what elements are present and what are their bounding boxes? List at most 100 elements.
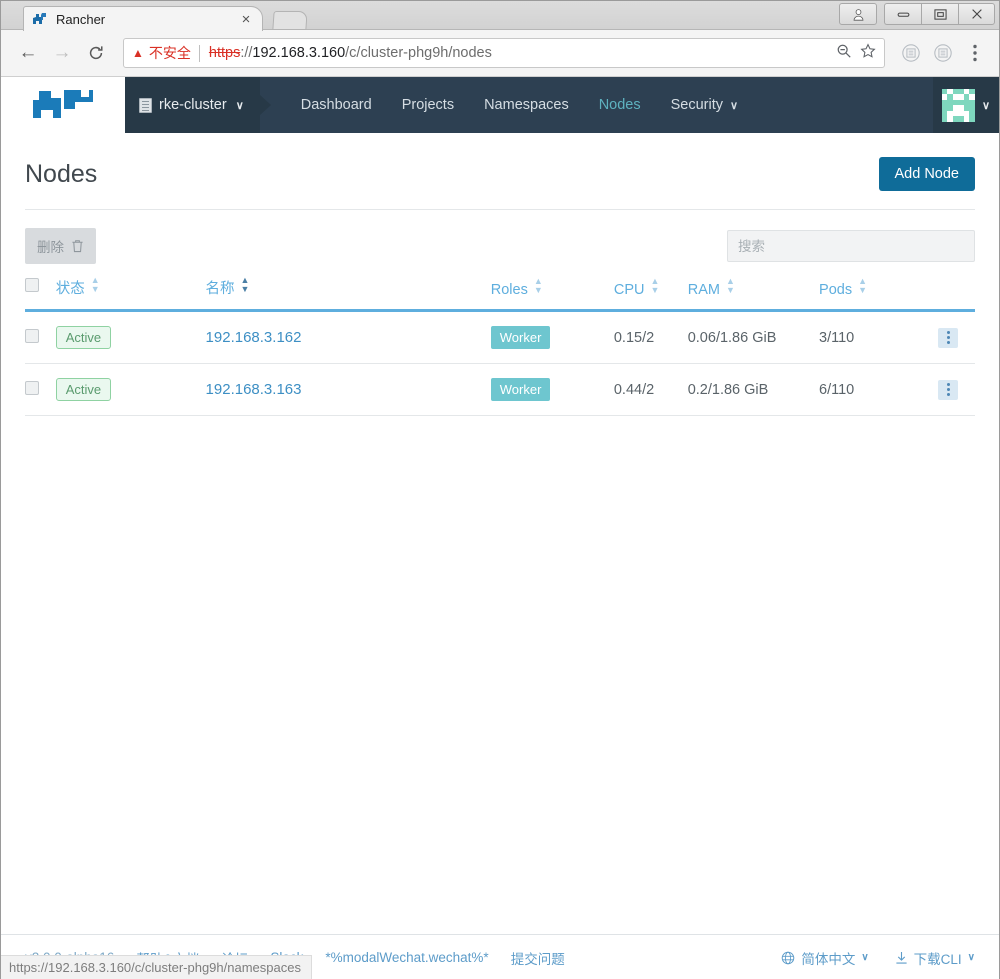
row-name-cell: 192.168.3.163 (205, 363, 491, 416)
maximize-button[interactable] (921, 3, 958, 25)
back-icon[interactable]: ← (13, 38, 43, 68)
chevron-down-icon: ∨ (967, 952, 975, 963)
node-link[interactable]: 192.168.3.162 (206, 329, 302, 346)
extension-icon-1[interactable] (899, 41, 923, 65)
col-header-name[interactable]: 名称 ▲ ▼ (205, 275, 491, 312)
status-badge: Active (55, 326, 112, 349)
top-navbar: rke-cluster ∨ Dashboard Projects Namespa… (1, 77, 999, 133)
rancher-cow-logo[interactable] (1, 77, 125, 133)
status-bar-url: https://192.168.3.160/c/cluster-phg9h/na… (1, 955, 312, 979)
col-header-name-label: 名称 (205, 281, 235, 297)
chevron-down-icon: ∨ (981, 99, 991, 112)
col-header-cpu[interactable]: CPU ▲ ▼ (613, 276, 688, 312)
row-checkbox-cell (25, 310, 56, 364)
select-all-checkbox[interactable] (25, 278, 39, 292)
status-badge: Active (55, 378, 112, 401)
col-header-ram[interactable]: RAM ▲ ▼ (687, 275, 820, 312)
browser-toolbar: ← → ▲ 不安全 https://192.168.3.160/c/cluste… (1, 30, 999, 77)
col-header-checkbox (25, 276, 56, 312)
zoom-out-icon[interactable] (836, 43, 852, 64)
row-roles-cell: Worker (490, 363, 614, 416)
row-pods-cell: 3/110 (819, 310, 939, 364)
sort-icon: ▲ ▼ (90, 275, 100, 294)
row-state-cell: Active (55, 310, 206, 364)
row-state-cell: Active (55, 363, 206, 416)
new-tab-button[interactable] (272, 11, 308, 30)
reload-icon[interactable] (81, 38, 111, 68)
sort-icon: ▲ ▼ (858, 275, 868, 295)
add-node-button[interactable]: Add Node (878, 157, 975, 191)
row-ram-cell: 0.2/1.86 GiB (687, 363, 820, 416)
row-checkbox[interactable] (25, 380, 39, 395)
security-label: 不安全 (148, 45, 191, 61)
node-link[interactable]: 192.168.3.163 (206, 381, 302, 398)
row-name-cell: 192.168.3.162 (205, 310, 491, 364)
col-header-state[interactable]: 状态 ▲ ▼ (55, 275, 206, 312)
url-scheme: https (208, 45, 241, 61)
nav-item-projects[interactable]: Projects (387, 77, 469, 133)
close-window-button[interactable] (958, 3, 995, 25)
col-header-state-label: 状态 (55, 281, 85, 297)
table-head: 状态 ▲▼ 名称 ▲▼ Roles ▲▼ CPU ▲▼ RAM ▲▼ (25, 275, 975, 312)
row-pods-cell: 6/110 (819, 363, 939, 416)
nav-item-security[interactable]: Security ∨ (656, 77, 753, 133)
page-content: Nodes Add Node 删除 搜索 状态 ▲ ▼ 名称 ▲ ▼ Roles… (1, 133, 999, 416)
browser-tab[interactable]: Rancher × (23, 6, 263, 31)
user-menu[interactable]: ∨ (933, 77, 999, 133)
vertical-dots-icon[interactable] (938, 327, 959, 348)
language-selector[interactable]: 简体中文 ∨ (781, 948, 869, 968)
minimize-button[interactable] (884, 3, 921, 25)
role-badge: Worker (490, 326, 551, 349)
window-controls (839, 3, 995, 25)
table-row[interactable]: Active 192.168.3.163 Worker 0.44/2 0.2/1… (25, 363, 975, 416)
cluster-selector[interactable]: rke-cluster ∨ (125, 77, 260, 133)
footer-actions: 简体中文 ∨ 下载CLI ∨ (781, 948, 975, 968)
footer-link-file-issue[interactable]: 提交问题 (511, 948, 565, 968)
kebab-menu-icon[interactable] (963, 41, 987, 65)
nodes-table: 状态 ▲▼ 名称 ▲▼ Roles ▲▼ CPU ▲▼ RAM ▲▼ (25, 276, 975, 416)
star-icon[interactable] (860, 42, 876, 64)
omnibox-divider (198, 44, 200, 62)
vertical-dots-icon[interactable] (938, 379, 959, 400)
nav-links: Dashboard Projects Namespaces Nodes Secu… (286, 77, 753, 133)
col-header-pods-label: Pods (819, 281, 853, 298)
download-cli-label: 下载CLI (913, 951, 962, 967)
sort-icon: ▲ ▼ (240, 275, 250, 294)
download-cli-selector[interactable]: 下载CLI ∨ (895, 948, 975, 968)
table-header-row: 状态 ▲▼ 名称 ▲▼ Roles ▲▼ CPU ▲▼ RAM ▲▼ (25, 275, 975, 312)
chevron-down-icon: ∨ (730, 99, 739, 112)
col-header-cpu-label: CPU (613, 281, 645, 298)
download-icon (896, 951, 907, 964)
delete-button-label: 删除 (37, 240, 64, 255)
row-actions-cell (938, 310, 975, 364)
search-input[interactable] (727, 230, 975, 262)
chevron-down-icon: ∨ (235, 99, 244, 112)
sort-icon: ▲ ▼ (725, 275, 735, 295)
row-cpu-cell: 0.44/2 (613, 363, 688, 416)
trash-icon (72, 240, 83, 253)
delete-button[interactable]: 删除 (25, 228, 96, 264)
role-badge: Worker (490, 378, 551, 401)
table-body: Active 192.168.3.162 Worker 0.15/2 0.06/… (25, 310, 975, 416)
table-row[interactable]: Active 192.168.3.162 Worker 0.15/2 0.06/… (25, 310, 975, 364)
row-checkbox[interactable] (25, 328, 39, 343)
nav-item-namespaces[interactable]: Namespaces (469, 77, 584, 133)
nav-item-dashboard[interactable]: Dashboard (286, 77, 387, 133)
cluster-name: rke-cluster (159, 97, 227, 113)
tab-title: Rancher (56, 11, 106, 27)
col-header-pods[interactable]: Pods ▲ ▼ (819, 275, 939, 312)
url-host: 192.168.3.160 (252, 45, 346, 61)
browser-titlebar: Rancher × (1, 1, 999, 31)
rancher-app: rke-cluster ∨ Dashboard Projects Namespa… (1, 77, 999, 979)
table-toolbar: 删除 (25, 210, 975, 276)
extension-icon-2[interactable] (931, 41, 955, 65)
address-bar[interactable]: ▲ 不安全 https://192.168.3.160/c/cluster-ph… (123, 38, 885, 68)
close-icon[interactable]: × (238, 12, 254, 27)
footer-link-wechat[interactable]: *%modalWechat.wechat%* (325, 950, 488, 965)
nav-item-nodes[interactable]: Nodes (584, 77, 656, 133)
browser-window: Rancher × ← → ▲ 不安全 https:// 192.168.3.… (0, 0, 1000, 979)
profile-icon[interactable] (839, 3, 877, 25)
col-header-roles[interactable]: Roles ▲ ▼ (490, 276, 614, 312)
chevron-down-icon: ∨ (861, 952, 869, 963)
